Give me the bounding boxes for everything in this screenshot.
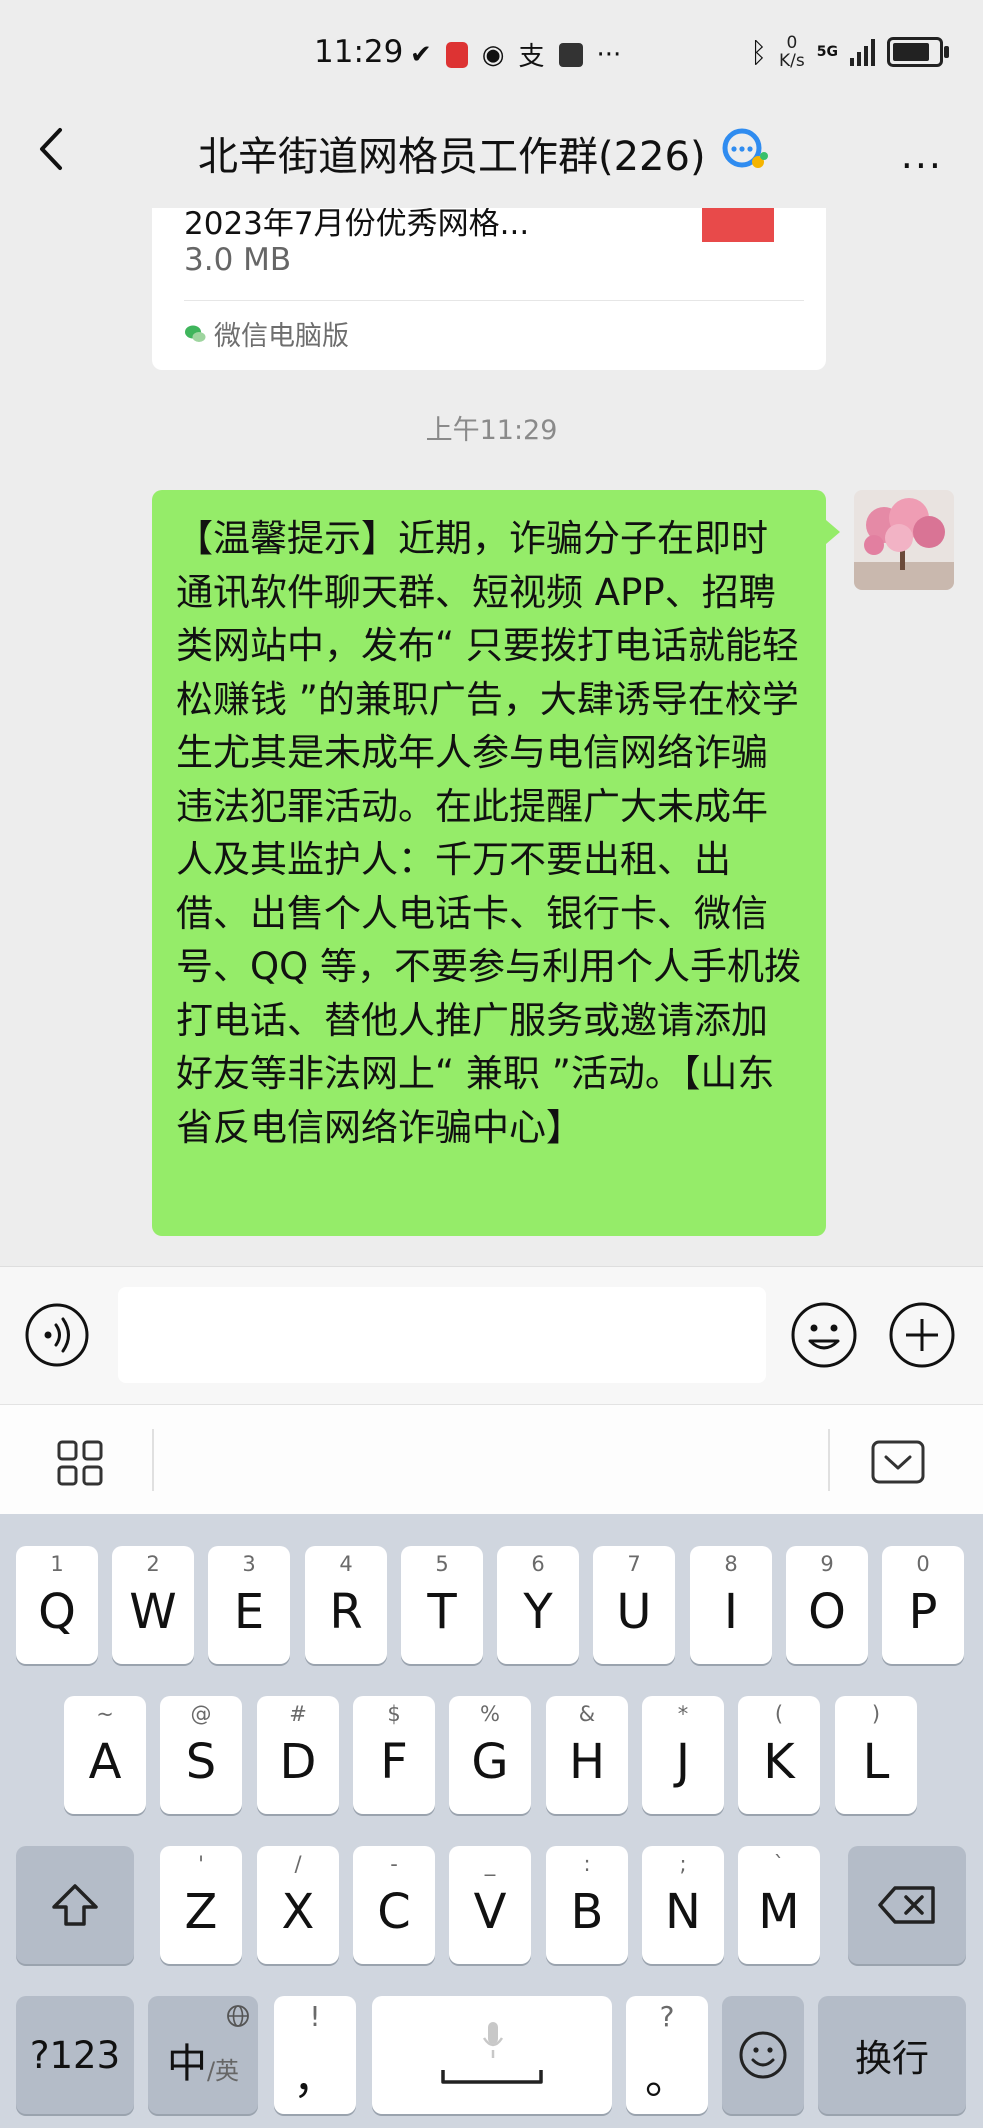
key-u[interactable]: 7U (593, 1546, 675, 1664)
message-input[interactable] (118, 1287, 766, 1383)
key-h[interactable]: & H (546, 1696, 628, 1814)
key-l[interactable]: ) L (835, 1696, 917, 1814)
microphone-icon (482, 2022, 504, 2058)
network-type: 5G (816, 44, 838, 60)
file-source: 微信电脑版 (184, 314, 349, 353)
message-timestamp: 上午11:29 (425, 415, 558, 446)
divider (184, 300, 804, 301)
status-right: ᛒ 0 K/s 5G (750, 33, 949, 71)
comma-key[interactable]: ! ， (274, 1996, 356, 2114)
space-key[interactable] (372, 1996, 612, 2114)
key-v[interactable]: _ V (449, 1846, 531, 1964)
key-x[interactable]: / X (257, 1846, 339, 1964)
voice-input-icon[interactable] (24, 1302, 90, 1368)
emoji-key[interactable] (722, 1996, 804, 2114)
key-g[interactable]: % G (449, 1696, 531, 1814)
key-f[interactable]: $ F (353, 1696, 435, 1814)
key-e[interactable]: 3E (208, 1546, 290, 1664)
shift-arrow-icon (52, 1884, 98, 1926)
bluetooth-icon: ᛒ (750, 35, 768, 69)
numbers-switch-key[interactable]: ?123 (16, 1996, 134, 2114)
file-message-card[interactable]: 2023年7月份优秀网格... 3.0 MB 微信电脑版 (152, 208, 826, 370)
key-j[interactable]: * J (642, 1696, 724, 1814)
hide-keyboard-icon[interactable] (870, 1439, 926, 1485)
back-arrow-icon[interactable] (34, 124, 68, 174)
file-size: 3.0 MB (184, 242, 292, 278)
key-p[interactable]: 0P (882, 1546, 964, 1664)
key-w[interactable]: 2W (112, 1546, 194, 1664)
bag-icon (558, 42, 583, 67)
plus-icon[interactable] (888, 1301, 956, 1369)
globe-icon (227, 2005, 249, 2027)
app-red-icon (445, 41, 468, 68)
status-bar: 11:29 ✔ ◉ 支 ··· ᛒ 0 K/s 5G (0, 0, 983, 100)
status-time: 11:29 (314, 34, 404, 70)
key-o[interactable]: 9O (786, 1546, 868, 1664)
user-avatar[interactable] (854, 490, 954, 590)
key-b[interactable]: :B (546, 1846, 628, 1964)
divider (828, 1429, 830, 1491)
notification-icons: ✔ ◉ 支 ··· (410, 36, 621, 73)
key-z[interactable]: ' Z (160, 1846, 242, 1964)
key-s[interactable]: @ S (160, 1696, 242, 1814)
shift-key[interactable] (16, 1846, 134, 1964)
alipay-icon: 支 (518, 42, 545, 72)
key-a[interactable]: ~ A (64, 1696, 146, 1814)
backspace-icon (878, 1886, 935, 1924)
key-n[interactable]: ; N (642, 1846, 724, 1964)
language-switch-key[interactable]: 中 /英 (148, 1996, 258, 2114)
chat-title: 北辛街道网格员工作群(226) (198, 134, 706, 180)
net-speed: 0 K/s (779, 33, 805, 71)
key-q[interactable]: 1Q (16, 1546, 98, 1664)
key-d[interactable]: # D (257, 1696, 339, 1814)
soundwave-icon: ◉ (481, 39, 505, 70)
chat-area[interactable]: 2023年7月份优秀网格... 3.0 MB 微信电脑版 上午11:29 【温馨… (0, 208, 983, 1266)
chat-header: 北辛街道网格员工作群(226) ··· (0, 100, 983, 208)
file-type-icon (702, 208, 774, 242)
file-name: 2023年7月份优秀网格... (184, 208, 530, 242)
key-c[interactable]: -C (353, 1846, 435, 1964)
message-bubble[interactable]: 【温馨提示】近期，诈骗分子在即时通讯软件聊天群、短视频 APP、招聘类网站中，发… (152, 490, 840, 1236)
input-bar (0, 1266, 983, 1405)
period-key[interactable]: ? 。 (626, 1996, 708, 2114)
signal-icon (850, 38, 875, 66)
key-r[interactable]: 4R (305, 1546, 387, 1664)
keyboard-menu-icon[interactable] (56, 1439, 104, 1487)
keyboard-toolbar (0, 1404, 983, 1515)
enter-key[interactable]: 换行 (818, 1996, 966, 2114)
check-icon: ✔ (410, 39, 432, 70)
key-t[interactable]: 5T (401, 1546, 483, 1664)
key-k[interactable]: (K (738, 1696, 820, 1814)
more-notifications-icon: ··· (596, 39, 622, 70)
keyboard: 1Q 2W 3E 4R 5T 6Y 7U 8I 9O 0P ~ A @ S # D $… (0, 1514, 983, 2128)
more-options-icon[interactable]: ··· (901, 144, 943, 188)
key-y[interactable]: 6Y (497, 1546, 579, 1664)
key-i[interactable]: 8I (690, 1546, 772, 1664)
emoji-icon (739, 2031, 787, 2079)
divider (152, 1429, 154, 1491)
wechat-pc-icon (185, 325, 206, 342)
backspace-key[interactable] (848, 1846, 966, 1964)
emoji-icon[interactable] (790, 1301, 858, 1369)
space-bar-icon (441, 2070, 543, 2084)
group-chat-badge-icon (722, 128, 768, 168)
battery-icon (887, 37, 949, 67)
key-m[interactable]: ` M (738, 1846, 820, 1964)
